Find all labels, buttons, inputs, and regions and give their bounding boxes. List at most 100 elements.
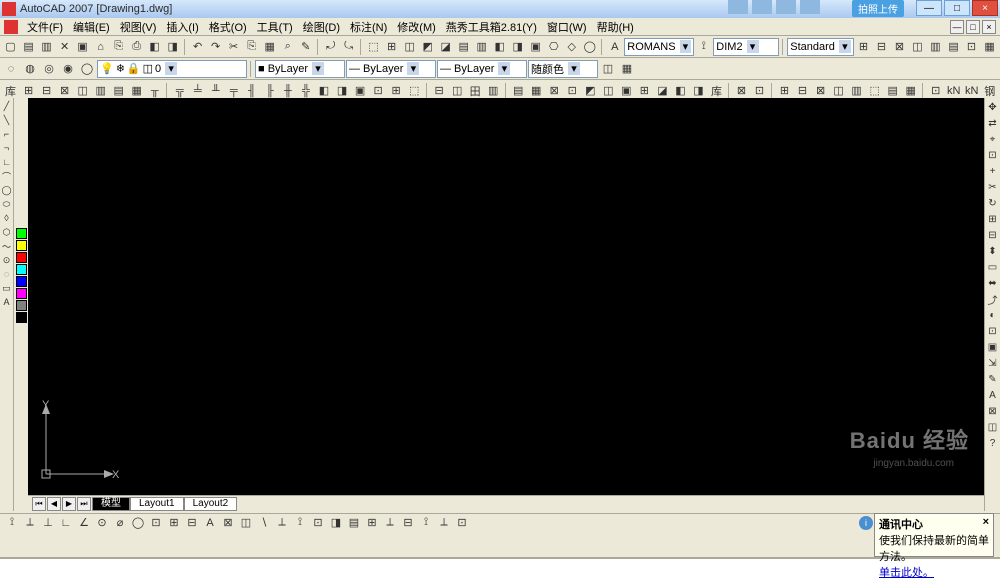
ws-btn-5[interactable]: ▤ <box>945 38 962 56</box>
tab-nav-1[interactable]: ◀ <box>47 497 61 511</box>
menu-绘图(D)[interactable]: 绘图(D) <box>298 21 345 35</box>
std-btn-0[interactable]: ▢ <box>2 38 19 56</box>
textstyle-select[interactable]: ROMANS▾ <box>624 38 694 56</box>
yx-btn-39[interactable]: ⊠ <box>733 82 750 100</box>
textstyle-icon[interactable]: A <box>606 38 623 56</box>
tab-Layout2[interactable]: Layout2 <box>184 497 238 511</box>
ws-btn-1[interactable]: ⊟ <box>873 38 890 56</box>
yx-btn-24[interactable]: ◫ <box>449 82 466 100</box>
nav-btn-12[interactable]: ◯ <box>581 38 598 56</box>
yx-btn-23[interactable]: ⊟ <box>431 82 448 100</box>
menu-格式(O)[interactable]: 格式(O) <box>204 21 252 35</box>
modify-btn-4[interactable]: + <box>986 164 1000 178</box>
ws-btn-0[interactable]: ⊞ <box>855 38 872 56</box>
menu-文件(F)[interactable]: 文件(F) <box>22 21 68 35</box>
yx-btn-3[interactable]: ⊠ <box>56 82 73 100</box>
modify-btn-7[interactable]: ⊞ <box>986 212 1000 226</box>
yx-btn-6[interactable]: ▤ <box>110 82 127 100</box>
yx-btn-31[interactable]: ◩ <box>582 82 599 100</box>
layer-select[interactable]: 💡❄🔒◫0▾ <box>97 60 247 78</box>
yx-btn-49[interactable]: ⊡ <box>927 82 944 100</box>
edit-btn-1[interactable]: ↷ <box>207 38 224 56</box>
yx-btn-42[interactable]: ⊟ <box>794 82 811 100</box>
modify-btn-9[interactable]: ⬍ <box>986 244 1000 258</box>
tab-nav-0[interactable]: ⏮ <box>32 497 46 511</box>
modify-btn-13[interactable]: ◐ <box>986 308 1000 322</box>
yx-btn-15[interactable]: ╫ <box>279 82 296 100</box>
yx-btn-41[interactable]: ⊞ <box>776 82 793 100</box>
modify-btn-20[interactable]: ◫ <box>986 420 1000 434</box>
modify-btn-15[interactable]: ▣ <box>986 340 1000 354</box>
swatch-1[interactable] <box>16 240 27 251</box>
modify-btn-2[interactable]: ⌖ <box>986 132 1000 146</box>
edit-btn-0[interactable]: ↶ <box>189 38 206 56</box>
dim-btn-22[interactable]: ⊟ <box>400 515 416 531</box>
yx-btn-5[interactable]: ▥ <box>92 82 109 100</box>
yx-btn-26[interactable]: ▥ <box>485 82 502 100</box>
dim-btn-18[interactable]: ◨ <box>328 515 344 531</box>
tab-nav-2[interactable]: ▶ <box>62 497 76 511</box>
std-btn-5[interactable]: ⌂ <box>92 38 109 56</box>
yx-btn-38[interactable]: 库 <box>708 82 725 100</box>
comm-link[interactable]: 单击此处。 <box>879 567 934 579</box>
color-select[interactable]: ■ ByLayer▾ <box>255 60 345 78</box>
nav-btn-6[interactable]: ▥ <box>473 38 490 56</box>
dimstyle-select[interactable]: DIM2▾ <box>713 38 779 56</box>
std-btn-3[interactable]: ✕ <box>56 38 73 56</box>
std-btn-7[interactable]: ⎙ <box>128 38 145 56</box>
yx-btn-9[interactable]: ╦ <box>171 82 188 100</box>
ws-btn-2[interactable]: ⊠ <box>891 38 908 56</box>
yx-btn-28[interactable]: ▦ <box>528 82 545 100</box>
doc-min-button[interactable]: — <box>950 20 964 34</box>
yx-btn-36[interactable]: ◧ <box>672 82 689 100</box>
dim-btn-23[interactable]: ⟟ <box>418 515 434 531</box>
dim-btn-12[interactable]: ⊠ <box>220 515 236 531</box>
dim-btn-17[interactable]: ⊡ <box>310 515 326 531</box>
draw-btn-0[interactable]: ╱ <box>1 100 13 112</box>
yx-btn-8[interactable]: ╥ <box>146 82 163 100</box>
edit-btn-6[interactable]: ✎ <box>297 38 314 56</box>
yx-btn-35[interactable]: ◪ <box>654 82 671 100</box>
maximize-button[interactable]: □ <box>944 0 970 16</box>
ws-btn-6[interactable]: ⊡ <box>963 38 980 56</box>
yx-btn-52[interactable]: 钢 <box>981 82 998 100</box>
modify-btn-12[interactable]: ⤴ <box>986 292 1000 306</box>
dim-btn-9[interactable]: ⊞ <box>166 515 182 531</box>
dim-btn-15[interactable]: ⟂ <box>274 515 290 531</box>
dim-btn-8[interactable]: ⊡ <box>148 515 164 531</box>
yx-btn-4[interactable]: ◫ <box>74 82 91 100</box>
yx-btn-37[interactable]: ◨ <box>690 82 707 100</box>
nav-btn-0[interactable]: ⬚ <box>365 38 382 56</box>
yx-btn-18[interactable]: ◨ <box>334 82 351 100</box>
dim-btn-20[interactable]: ⊞ <box>364 515 380 531</box>
yx-btn-43[interactable]: ⊠ <box>812 82 829 100</box>
nav-btn-9[interactable]: ▣ <box>527 38 544 56</box>
draw-btn-2[interactable]: ⌐ <box>1 128 13 140</box>
yx-btn-33[interactable]: ▣ <box>618 82 635 100</box>
edit-btn-2[interactable]: ✂ <box>225 38 242 56</box>
draw-btn-7[interactable]: ⬭ <box>1 198 13 210</box>
yx-btn-1[interactable]: ⊞ <box>20 82 37 100</box>
comm-close-button[interactable]: × <box>983 516 989 532</box>
nav-btn-3[interactable]: ◩ <box>419 38 436 56</box>
draw-btn-10[interactable]: ～ <box>1 240 13 252</box>
dim-btn-13[interactable]: ◫ <box>238 515 254 531</box>
tablestyle-select[interactable]: Standard▾ <box>787 38 854 56</box>
swatch-5[interactable] <box>16 288 27 299</box>
yx-btn-17[interactable]: ◧ <box>315 82 332 100</box>
dim-btn-24[interactable]: ⟂ <box>436 515 452 531</box>
modify-btn-8[interactable]: ⊟ <box>986 228 1000 242</box>
yx-btn-29[interactable]: ⊠ <box>546 82 563 100</box>
draw-btn-11[interactable]: ⊙ <box>1 254 13 266</box>
yx-btn-14[interactable]: ╟ <box>261 82 278 100</box>
nav-btn-4[interactable]: ◪ <box>437 38 454 56</box>
modify-btn-11[interactable]: ⬌ <box>986 276 1000 290</box>
draw-btn-4[interactable]: ∟ <box>1 156 13 168</box>
swatch-2[interactable] <box>16 252 27 263</box>
draw-btn-13[interactable]: ▭ <box>1 282 13 294</box>
yx-btn-10[interactable]: ╧ <box>189 82 206 100</box>
menu-视图(V)[interactable]: 视图(V) <box>115 21 162 35</box>
dim-btn-4[interactable]: ∠ <box>76 515 92 531</box>
modify-btn-17[interactable]: ✎ <box>986 372 1000 386</box>
std-btn-8[interactable]: ◧ <box>146 38 163 56</box>
